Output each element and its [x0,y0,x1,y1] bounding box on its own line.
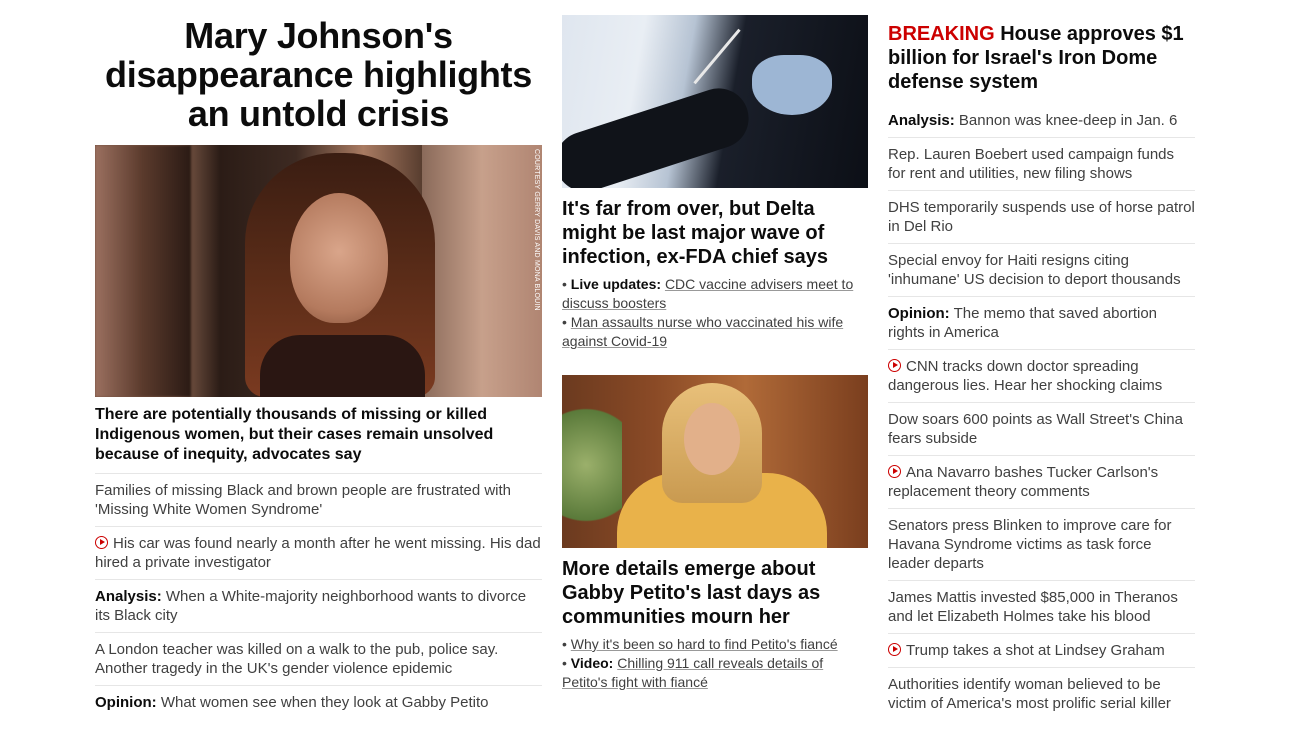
headline-item[interactable]: Dow soars 600 points as Wall Street's Ch… [888,402,1195,455]
bullet-link[interactable]: Why it's been so hard to find Petito's f… [571,636,838,652]
headline-item[interactable]: A London teacher was killed on a walk to… [95,632,542,685]
item-label: Analysis: [888,112,955,129]
breaking-headline[interactable]: BREAKING House approves $1 billion for I… [888,22,1195,104]
item-text: Rep. Lauren Boebert used campaign funds … [888,146,1175,182]
headline-item[interactable]: His car was found nearly a month after h… [95,526,542,579]
play-circle-icon [95,536,108,549]
petito-photo[interactable] [562,375,868,548]
item-text: Trump takes a shot at Lindsey Graham [906,642,1165,659]
play-circle-icon [888,643,901,656]
delta-headline[interactable]: It's far from over, but Delta might be l… [562,197,868,269]
bullet-item: • Live updates: CDC vaccine advisers mee… [562,276,854,311]
petito-headline[interactable]: More details emerge about Gabby Petito's… [562,557,868,629]
breaking-label: BREAKING [888,23,995,45]
bullet-link[interactable]: Man assaults nurse who vaccinated his wi… [562,314,843,349]
headline-item[interactable]: Analysis: Bannon was knee-deep in Jan. 6 [888,104,1195,137]
headline-item[interactable]: Senators press Blinken to improve care f… [888,508,1195,580]
headline-item[interactable]: James Mattis invested $85,000 in Therano… [888,580,1195,633]
item-text: CNN tracks down doctor spreading dangero… [888,358,1163,394]
item-text: His car was found nearly a month after h… [95,535,541,571]
headlines-list: Analysis: Bannon was knee-deep in Jan. 6… [888,104,1195,720]
headline-item[interactable]: DHS temporarily suspends use of horse pa… [888,190,1195,243]
headline-item[interactable]: Special envoy for Haiti resigns citing '… [888,243,1195,296]
bullet-label: Video: [570,655,614,671]
item-text: Senators press Blinken to improve care f… [888,517,1172,572]
item-text: A London teacher was killed on a walk to… [95,641,499,677]
headline-item[interactable]: Opinion: What women see when they look a… [95,685,542,719]
item-label: Opinion: [95,694,157,711]
delta-bullets: • Live updates: CDC vaccine advisers mee… [562,275,868,351]
item-text: Families of missing Black and brown peop… [95,482,512,518]
middle-column: It's far from over, but Delta might be l… [562,0,868,692]
lead-subhead[interactable]: There are potentially thousands of missi… [95,405,542,473]
item-text: What women see when they look at Gabby P… [160,694,489,711]
bullet-item: • Why it's been so hard to find Petito's… [562,636,838,652]
item-text: Bannon was knee-deep in Jan. 6 [958,112,1178,129]
headline-item[interactable]: Trump takes a shot at Lindsey Graham [888,633,1195,667]
item-text: Authorities identify woman believed to b… [888,676,1171,712]
item-text: James Mattis invested $85,000 in Therano… [888,589,1178,625]
item-text: Ana Navarro bashes Tucker Carlson's repl… [888,464,1159,500]
headline-item[interactable]: Analysis: When a White-majority neighbor… [95,579,542,632]
play-circle-icon [888,359,901,372]
covid-test-photo[interactable] [562,15,868,188]
lead-headline[interactable]: Mary Johnson's disappearance highlights … [95,16,542,133]
item-label: Analysis: [95,588,162,605]
headline-item[interactable]: CNN tracks down doctor spreading dangero… [888,349,1195,402]
lead-column: Mary Johnson's disappearance highlights … [95,0,542,719]
bullet-item: • Man assaults nurse who vaccinated his … [562,314,844,349]
bullet-item: • Video: Chilling 911 call reveals detai… [562,655,824,690]
headline-item[interactable]: Ana Navarro bashes Tucker Carlson's repl… [888,455,1195,508]
play-circle-icon [888,465,901,478]
petito-bullets: • Why it's been so hard to find Petito's… [562,635,868,692]
headlines-column: BREAKING House approves $1 billion for I… [888,0,1195,720]
headline-item[interactable]: Rep. Lauren Boebert used campaign funds … [888,137,1195,190]
item-text: Dow soars 600 points as Wall Street's Ch… [888,411,1183,447]
headline-item[interactable]: Opinion: The memo that saved abortion ri… [888,296,1195,349]
bullet-label: Live updates: [570,276,662,292]
headline-item[interactable]: Authorities identify woman believed to b… [888,667,1195,720]
lead-related-list: Families of missing Black and brown peop… [95,473,542,719]
photo-credit: COURTESY GERRY DAVIS AND MONA BLOUIN [533,149,540,311]
lead-photo[interactable]: COURTESY GERRY DAVIS AND MONA BLOUIN [95,145,542,397]
headline-item[interactable]: Families of missing Black and brown peop… [95,473,542,526]
item-text: DHS temporarily suspends use of horse pa… [888,199,1195,235]
item-label: Opinion: [888,305,950,322]
item-text: Special envoy for Haiti resigns citing '… [888,252,1181,288]
